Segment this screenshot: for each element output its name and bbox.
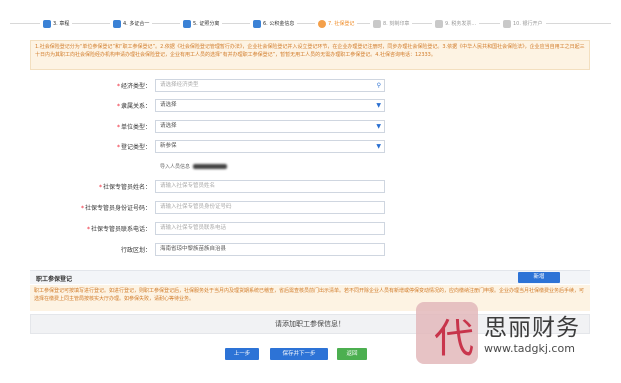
unit-type-select[interactable]: 请选择 ▼ bbox=[155, 120, 385, 133]
watermark: 代 思丽财务 www.tadgkj.com bbox=[412, 300, 612, 372]
affiliation-label: *隶属关系： bbox=[116, 103, 151, 110]
manager-name-input[interactable]: 请输入社保专管员姓名 bbox=[155, 180, 385, 193]
manager-phone-label: *社保专管员联系电话： bbox=[86, 226, 151, 233]
step-6[interactable]: 6. 公积金信息 bbox=[250, 18, 298, 29]
region-field[interactable]: 海南省琼中黎族苗族自治县 bbox=[155, 243, 385, 256]
chevron-down-icon: ▼ bbox=[376, 123, 381, 130]
affiliation-row: *隶属关系： 请选择 ▼ bbox=[0, 99, 621, 113]
reg-type-select[interactable]: 新参保 ▼ bbox=[155, 140, 385, 153]
step-label: 3. 章程 bbox=[53, 21, 70, 27]
watermark-logo: 代 bbox=[416, 302, 478, 364]
reg-type-label: *登记类型： bbox=[116, 144, 151, 151]
manager-id-label: *社保专管员身份证号码： bbox=[80, 205, 151, 212]
step-5[interactable]: 5. 证照分离 bbox=[180, 18, 223, 29]
import-hint[interactable]: 导入人员信息 bbox=[160, 163, 228, 170]
prev-step-button[interactable]: 上一步 bbox=[225, 348, 259, 360]
step-label: 10. 银行开户 bbox=[513, 21, 543, 27]
unit-type-label: *单位类型： bbox=[116, 124, 151, 131]
economy-type-select[interactable]: 请选择经济类型 ⚲ bbox=[155, 79, 385, 92]
watermark-name: 思丽财务 bbox=[484, 315, 580, 341]
step-label: 8. 刻制印章 bbox=[383, 21, 410, 27]
step-icon bbox=[503, 19, 511, 28]
reg-type-row: *登记类型： 新参保 ▼ bbox=[0, 140, 621, 154]
step-icon bbox=[373, 19, 381, 28]
manager-phone-row: *社保专管员联系电话： 请输入社保专管员联系电话 bbox=[0, 222, 621, 236]
manager-name-label: *社保专管员姓名： bbox=[98, 184, 151, 191]
step-label: 9. 税务发票... bbox=[445, 21, 477, 27]
step-label: 6. 公积金信息 bbox=[263, 21, 295, 27]
step-icon bbox=[43, 19, 51, 28]
add-button[interactable]: 新增 bbox=[518, 272, 560, 283]
step-10[interactable]: 10. 银行开户 bbox=[500, 18, 546, 29]
manager-id-input[interactable]: 请输入社保专管员身份证号码 bbox=[155, 201, 385, 214]
region-label: 行政区划： bbox=[120, 247, 151, 254]
affiliation-select[interactable]: 请选择 ▼ bbox=[155, 99, 385, 112]
step-7-current[interactable]: 7. 社保登记 bbox=[315, 18, 358, 29]
manager-phone-input[interactable]: 请输入社保专管员联系电话 bbox=[155, 222, 385, 235]
notice-box: 1.社会保险登记分为“单位参保登记”和“职工参保登记”。2.依据《社会保险登记管… bbox=[30, 40, 590, 70]
manager-name-row: *社保专管员姓名： 请输入社保专管员姓名 bbox=[0, 180, 621, 194]
back-button[interactable]: 返回 bbox=[337, 348, 367, 360]
manager-id-row: *社保专管员身份证号码： 请输入社保专管员身份证号码 bbox=[0, 201, 621, 215]
employee-section-header: 职工参保登记 新增 bbox=[30, 270, 590, 284]
region-row: 行政区划： 海南省琼中黎族苗族自治县 bbox=[0, 243, 621, 257]
step-label: 7. 社保登记 bbox=[328, 21, 355, 27]
save-next-button[interactable]: 保存并下一步 bbox=[270, 348, 328, 360]
economy-type-row: *经济类型： 请选择经济类型 ⚲ bbox=[0, 79, 621, 93]
step-progress-bar: 3. 章程 4. 多证合一 5. 证照分离 6. 公积金信息 7. 社保登记 8… bbox=[0, 14, 621, 34]
step-label: 4. 多证合一 bbox=[123, 21, 150, 27]
step-4[interactable]: 4. 多证合一 bbox=[110, 18, 153, 29]
step-icon bbox=[318, 19, 326, 28]
step-icon bbox=[435, 19, 443, 28]
step-8[interactable]: 8. 刻制印章 bbox=[370, 18, 413, 29]
chevron-down-icon: ▼ bbox=[376, 102, 381, 109]
section-title: 职工参保登记 bbox=[36, 276, 73, 283]
step-3[interactable]: 3. 章程 bbox=[40, 18, 73, 29]
location-pin-icon: ⚲ bbox=[376, 82, 381, 89]
redacted-text bbox=[193, 164, 228, 169]
step-label: 5. 证照分离 bbox=[193, 21, 220, 27]
watermark-url: www.tadgkj.com bbox=[484, 342, 575, 355]
step-icon bbox=[113, 19, 121, 28]
step-icon bbox=[183, 19, 191, 28]
chevron-down-icon: ▼ bbox=[376, 143, 381, 150]
unit-type-row: *单位类型： 请选择 ▼ bbox=[0, 120, 621, 134]
step-icon bbox=[253, 19, 261, 28]
step-9[interactable]: 9. 税务发票... bbox=[432, 18, 480, 29]
economy-type-label: *经济类型： bbox=[116, 83, 151, 90]
